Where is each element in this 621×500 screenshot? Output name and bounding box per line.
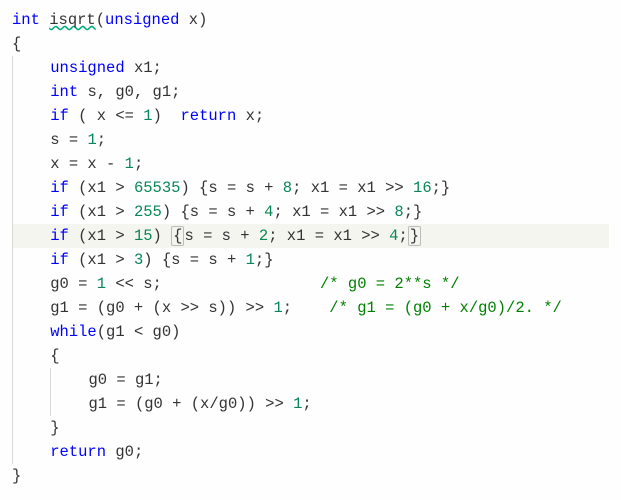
code-line: unsigned x1;	[12, 56, 609, 80]
code-token: ;	[97, 131, 106, 149]
code-token: ) {s = s +	[143, 251, 245, 269]
code-token: if	[50, 251, 78, 269]
code-token: int	[50, 83, 87, 101]
code-token: if	[50, 203, 78, 221]
code-token: ; x1 = x1 >>	[273, 203, 394, 221]
code-token: x)	[189, 11, 208, 29]
code-line: }	[12, 464, 609, 488]
code-token: if	[50, 107, 78, 125]
code-token: {	[171, 226, 184, 246]
code-line: return g0;	[12, 440, 609, 464]
code-token: 1	[143, 107, 152, 125]
code-token: 2	[259, 227, 268, 245]
code-token: x;	[246, 107, 265, 125]
code-token: ;}	[255, 251, 274, 269]
code-line: g0 = 1 << s; /* g0 = 2**s */	[12, 272, 609, 296]
code-token: ; x1 = x1 >>	[268, 227, 389, 245]
code-token: while	[50, 323, 97, 341]
code-token: 1	[87, 131, 96, 149]
code-token: unsigned	[105, 11, 189, 29]
code-token: s = s +	[184, 227, 258, 245]
code-token: return	[180, 107, 245, 125]
code-token: 1	[273, 299, 282, 317]
code-token: (x1 >	[78, 179, 134, 197]
code-token: (x1 >	[78, 203, 134, 221]
code-token: 1	[293, 395, 302, 413]
code-token: 15	[134, 227, 153, 245]
code-line: if (x1 > 15) {s = s + 2; x1 = x1 >> 4;}	[12, 224, 609, 248]
code-token: ;	[283, 299, 330, 317]
code-line: s = 1;	[12, 128, 609, 152]
code-token: ;	[134, 155, 143, 173]
code-token: s, g0, g1;	[87, 83, 180, 101]
code-token: ( x <=	[78, 107, 143, 125]
code-token: ) {s = s +	[162, 203, 264, 221]
code-line: if (x1 > 255) {s = s + 4; x1 = x1 >> 8;}	[12, 200, 609, 224]
code-line: if (x1 > 65535) {s = s + 8; x1 = x1 >> 1…	[12, 176, 609, 200]
code-token: }	[408, 226, 421, 246]
code-line: {	[12, 344, 609, 368]
code-token: int	[12, 11, 49, 29]
code-token: (x1 >	[78, 227, 134, 245]
code-token: ) {s = s +	[180, 179, 282, 197]
code-token: 3	[134, 251, 143, 269]
code-token: x = x -	[50, 155, 124, 173]
code-token: }	[50, 419, 59, 437]
code-editor: int isqrt(unsigned x){ unsigned x1; int …	[0, 0, 621, 496]
code-token: s =	[50, 131, 87, 149]
code-token: 8	[283, 179, 292, 197]
code-token: g0;	[115, 443, 143, 461]
code-token: << s;	[106, 275, 320, 293]
code-token: isqrt	[49, 11, 96, 29]
code-line: int isqrt(unsigned x)	[12, 8, 609, 32]
code-token: (x1 >	[78, 251, 134, 269]
code-line: g1 = (g0 + (x >> s)) >> 1; /* g1 = (g0 +…	[12, 296, 609, 320]
code-token: {	[12, 35, 21, 53]
code-token: 1	[125, 155, 134, 173]
code-token: 8	[394, 203, 403, 221]
code-line: int s, g0, g1;	[12, 80, 609, 104]
code-token: g0 =	[50, 275, 97, 293]
code-token: g1 = (g0 + (x/g0)) >>	[88, 395, 293, 413]
code-line: if ( x <= 1) return x;	[12, 104, 609, 128]
code-token: (	[96, 11, 105, 29]
code-token: x1;	[134, 59, 162, 77]
code-token: 16	[413, 179, 432, 197]
code-token: (g1 < g0)	[97, 323, 181, 341]
code-token: if	[50, 227, 78, 245]
code-line: x = x - 1;	[12, 152, 609, 176]
code-line: }	[12, 416, 609, 440]
code-line: g0 = g1;	[12, 368, 609, 392]
code-line: g1 = (g0 + (x/g0)) >> 1;	[12, 392, 609, 416]
code-token: ;	[398, 227, 407, 245]
code-token: ;	[302, 395, 311, 413]
code-token: ;}	[404, 203, 423, 221]
code-token: ; x1 = x1 >>	[292, 179, 413, 197]
code-line: if (x1 > 3) {s = s + 1;}	[12, 248, 609, 272]
code-token: unsigned	[50, 59, 134, 77]
code-line: while(g1 < g0)	[12, 320, 609, 344]
code-token: }	[12, 467, 21, 485]
code-token: 1	[246, 251, 255, 269]
code-token: 255	[134, 203, 162, 221]
code-token: /* g1 = (g0 + x/g0)/2. */	[329, 299, 562, 317]
code-token: {	[50, 347, 59, 365]
code-token: 65535	[134, 179, 181, 197]
code-token: g0 = g1;	[88, 371, 162, 389]
code-token: if	[50, 179, 78, 197]
code-token: /* g0 = 2**s */	[320, 275, 460, 293]
code-token: )	[153, 107, 181, 125]
code-token: 1	[97, 275, 106, 293]
code-token: ;}	[432, 179, 451, 197]
code-token: )	[153, 227, 172, 245]
code-token: return	[50, 443, 115, 461]
code-line: {	[12, 32, 609, 56]
code-token: g1 = (g0 + (x >> s)) >>	[50, 299, 273, 317]
